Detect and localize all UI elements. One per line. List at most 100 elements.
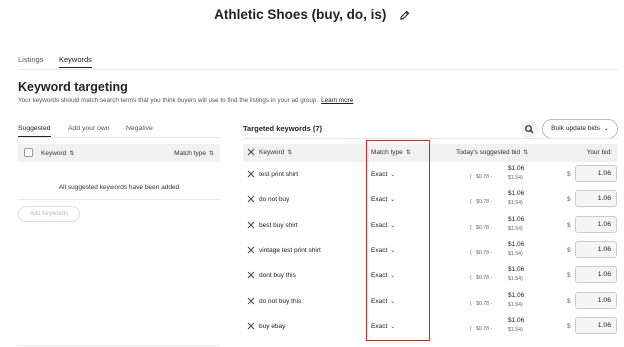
match-type-value: Exact	[371, 322, 388, 330]
range-low-value: $0.78 -	[476, 199, 493, 206]
tab-listings[interactable]: Listings	[18, 55, 43, 64]
tab-add-your-own[interactable]: Add your own	[68, 125, 110, 132]
currency-symbol: $	[567, 196, 571, 204]
tab-suggested[interactable]: Suggested	[18, 125, 51, 137]
range-low-value: $0.78 -	[476, 249, 493, 256]
your-bid-column-header: Your bid:	[586, 149, 612, 156]
divider	[18, 199, 220, 200]
divider	[243, 138, 618, 139]
currency-symbol: $	[567, 246, 571, 254]
close-icon[interactable]	[247, 195, 255, 203]
suggested-table-header: Keyword ⇅ Match type ⇅	[18, 144, 220, 162]
match-type-dropdown[interactable]: Exact ⌄	[371, 323, 395, 330]
suggested-bid-value: $1.06	[508, 240, 525, 248]
sort-icon: ⇅	[287, 150, 293, 156]
match-type-dropdown[interactable]: Exact ⌄	[371, 298, 395, 305]
keyword-column-header[interactable]: Keyword ⇅	[259, 149, 292, 156]
close-icon[interactable]	[247, 246, 255, 254]
bid-input[interactable]: 1.06	[575, 190, 617, 208]
select-all-checkbox[interactable]	[24, 148, 33, 157]
suggested-bid-low: ( $0.78 -	[470, 325, 493, 332]
currency-symbol: $	[567, 322, 571, 330]
bid-input[interactable]: 1.06	[575, 266, 617, 284]
suggested-bid-high: $1.54)	[508, 326, 523, 333]
bid-input[interactable]: 1.06	[575, 291, 617, 309]
tab-keywords[interactable]: Keywords	[59, 55, 92, 68]
keyword-text: best buy shirt	[259, 221, 298, 229]
suggested-bid-value: $1.06	[508, 291, 525, 299]
keyword-text: buy ebay	[259, 322, 286, 330]
suggested-bid-value: $1.06	[508, 316, 525, 324]
match-type-value: Exact	[371, 297, 388, 305]
tab-negative[interactable]: Negative	[126, 125, 153, 132]
search-button[interactable]	[521, 121, 538, 138]
sort-icon: ⇅	[208, 151, 214, 157]
sort-icon: ⇅	[69, 151, 75, 157]
close-icon[interactable]	[247, 297, 255, 305]
match-type-dropdown[interactable]: Exact ⌄	[371, 171, 395, 178]
table-row: dont buy this Exact ⌄ ( $0.78 - $1.06 $1.54) $…	[243, 263, 618, 288]
close-icon[interactable]	[247, 221, 255, 229]
chevron-down-icon: ⌄	[390, 197, 396, 204]
table-row: best buy shirt Exact ⌄ ( $0.78 - $1.06 $1.54)…	[243, 213, 618, 238]
close-icon[interactable]	[247, 271, 255, 279]
bulk-update-bids-button[interactable]: Bulk update bids ⌄	[542, 119, 618, 139]
chevron-down-icon: ⌄	[390, 222, 396, 229]
chevron-down-icon: ⌄	[390, 298, 396, 305]
bid-input[interactable]: 1.06	[575, 215, 617, 233]
keyword-text: do not buy	[259, 196, 290, 204]
bid-input[interactable]: 1.06	[575, 165, 617, 182]
description-text: Your keywords should match search terms …	[18, 97, 319, 104]
keyword-column-header[interactable]: Keyword ⇅	[41, 150, 74, 157]
match-type-value: Exact	[371, 246, 388, 254]
suggested-bid-high: $1.54)	[508, 225, 523, 232]
bid-input[interactable]: 1.06	[575, 240, 617, 258]
close-icon[interactable]	[247, 170, 255, 178]
match-type-dropdown[interactable]: Exact ⌄	[371, 222, 395, 229]
keyword-header-label: Keyword	[259, 149, 285, 156]
keyword-text: test print shirt	[259, 171, 299, 178]
match-type-column-header[interactable]: Match type ⇅	[174, 150, 214, 157]
match-type-column-header[interactable]: Match type ⇅	[371, 149, 411, 156]
match-type-dropdown[interactable]: Exact ⌄	[371, 247, 395, 254]
suggested-bid-high: $1.54)	[508, 301, 523, 308]
suggested-bid-high: $1.54)	[508, 250, 523, 257]
suggested-bid-low: ( $0.78 -	[470, 300, 493, 307]
chevron-down-icon: ⌄	[603, 126, 609, 132]
suggested-bid-value: $1.06	[508, 266, 525, 274]
search-icon	[525, 125, 534, 134]
table-row: buy ebay Exact ⌄ ( $0.78 - $1.06 $1.54) $1.06	[243, 314, 618, 339]
keyword-text: dont buy this	[259, 272, 296, 280]
match-type-dropdown[interactable]: Exact ⌄	[371, 196, 395, 203]
pencil-icon[interactable]	[399, 10, 410, 21]
match-type-value: Exact	[371, 221, 388, 229]
suggested-bid-value: $1.06	[508, 215, 525, 223]
currency-symbol: $	[567, 221, 571, 229]
sort-icon: ⇅	[523, 150, 529, 156]
suggested-bid-column-header[interactable]: Today's suggested bid ⇅	[456, 149, 528, 156]
range-low-value: $0.78 -	[476, 174, 493, 180]
range-low-value: $0.78 -	[476, 224, 493, 231]
table-row: do not buy Exact ⌄ ( $0.78 - $1.06 $1.54) $1.0…	[243, 187, 618, 212]
match-type-header-label: Match type	[371, 149, 403, 156]
match-type-dropdown[interactable]: Exact ⌄	[371, 272, 395, 279]
add-keywords-button[interactable]: Add keywords	[18, 206, 80, 222]
close-icon[interactable]	[247, 322, 255, 330]
suggested-bid-low: ( $0.78 -	[470, 249, 493, 256]
learn-more-link[interactable]: Learn more	[321, 97, 353, 104]
targeted-keywords-title: Targeted keywords (7)	[243, 124, 323, 133]
suggested-bid-low: ( $0.78 -	[470, 224, 493, 231]
empty-state-message: All suggested keywords have been added	[58, 184, 180, 191]
chevron-down-icon: ⌄	[390, 323, 396, 330]
range-low-value: $0.78 -	[476, 325, 493, 332]
table-row: test print shirt Exact ⌄ ( $0.78 - $1.06 $1.5…	[243, 162, 618, 187]
chevron-down-icon: ⌄	[390, 273, 396, 280]
chevron-down-icon: ⌄	[390, 172, 396, 178]
suggested-bid-low: ( $0.78 -	[470, 275, 493, 282]
range-low-value: $0.78 -	[476, 300, 493, 307]
table-row: vintage test print shirt Exact ⌄( $0.78 - $…	[243, 238, 618, 263]
match-type-header-label: Match type	[174, 150, 206, 157]
divider	[18, 137, 220, 138]
remove-all-icon[interactable]	[247, 147, 255, 157]
bid-input[interactable]: 1.06	[575, 316, 617, 334]
